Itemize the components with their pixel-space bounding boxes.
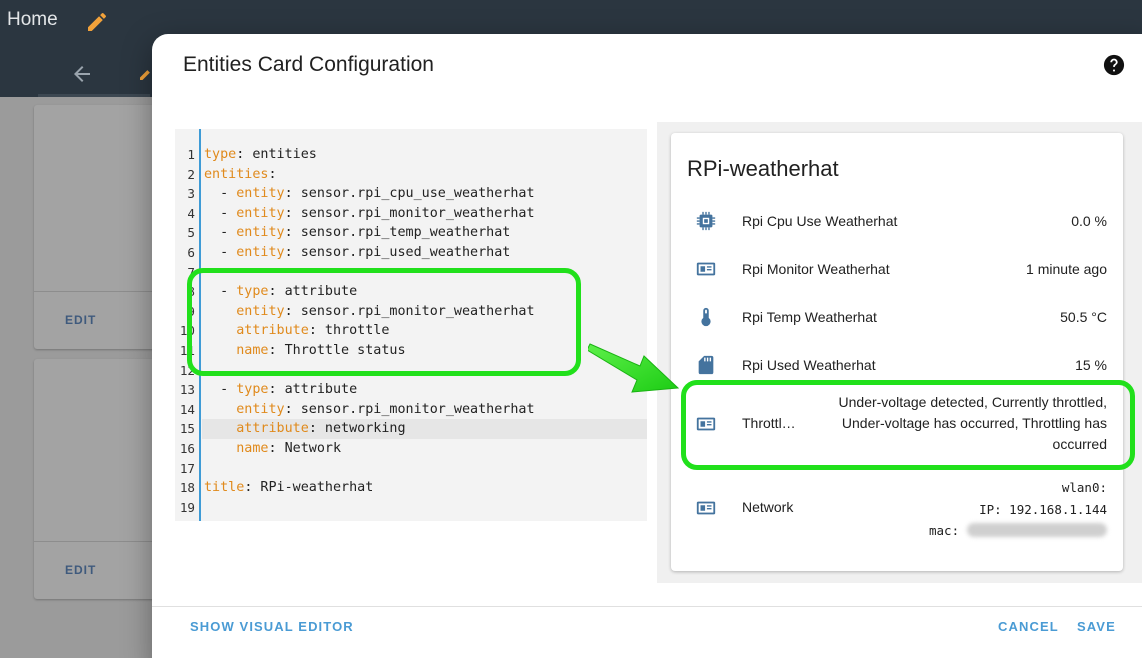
line-text[interactable]: - entity: sensor.rpi_temp_weatherhat [204,223,510,243]
entity-state: 1 minute ago [1026,261,1107,277]
cpu-chip-icon [696,211,716,231]
line-number: 13 [179,382,195,398]
code-line[interactable]: 15 attribute: networking [180,419,647,439]
line-number: 18 [179,480,195,496]
network-state: wlan0: IP: 192.168.1.144 mac: [867,477,1107,542]
line-text[interactable]: - entity: sensor.rpi_used_weatherhat [204,243,510,263]
line-text[interactable]: - entity: sensor.rpi_monitor_weatherhat [204,204,534,224]
line-number: 16 [179,440,195,456]
thermometer-icon [701,307,711,327]
line-text[interactable]: type: entities [204,145,317,165]
code-line[interactable]: 16 name: Network [175,439,647,459]
line-text[interactable]: - entity: sensor.rpi_cpu_use_weatherhat [204,184,534,204]
line-number: 5 [187,225,195,241]
footer-divider [152,606,1142,607]
code-line[interactable]: 5 - entity: sensor.rpi_temp_weatherhat [175,223,647,243]
line-number: 14 [179,401,195,417]
mac-line: mac: [867,520,1107,542]
entity-state: 15 % [1075,357,1107,373]
code-line[interactable]: 17 [175,459,647,479]
pencil-icon[interactable] [85,10,109,34]
line-text[interactable]: name: Network [204,439,341,459]
app-title: Home [7,9,58,30]
monitor-board-icon [696,501,716,515]
save-button[interactable]: SAVE [1077,619,1116,634]
line-number: 15 [179,421,195,437]
code-line[interactable]: 3 - entity: sensor.rpi_cpu_use_weatherha… [175,184,647,204]
line-text[interactable]: entity: sensor.rpi_monitor_weatherhat [204,400,534,420]
entity-name: Rpi Used Weatherhat [742,357,876,373]
entity-name: Rpi Cpu Use Weatherhat [742,213,898,229]
code-line[interactable]: 6 - entity: sensor.rpi_used_weatherhat [175,243,647,263]
line-number: 4 [187,205,195,221]
annotation-arrow-icon [588,343,680,393]
preview-highlight-box [681,380,1135,470]
line-text[interactable]: entities: [204,165,277,185]
card-preview-panel: RPi-weatherhat Rpi Cpu Use Weatherhat 0.… [657,122,1142,583]
code-line[interactable]: 2 entities: [175,165,647,185]
code-line[interactable]: 4 - entity: sensor.rpi_monitor_weatherha… [175,204,647,224]
line-number: 19 [179,499,195,515]
entity-name: Rpi Temp Weatherhat [742,309,877,325]
entity-name: Rpi Monitor Weatherhat [742,261,890,277]
entity-state: 50.5 °C [1060,309,1107,325]
code-highlight-box [187,268,581,376]
dialog-title: Entities Card Configuration [183,53,434,76]
card-edit-button[interactable]: EDIT [65,313,96,327]
entities-card: RPi-weatherhat Rpi Cpu Use Weatherhat 0.… [671,133,1123,571]
line-number: 3 [187,186,195,202]
redacted-mac-blur [967,523,1107,537]
line-text[interactable]: attribute: networking [204,419,405,439]
monitor-board-icon [696,262,716,276]
line-text[interactable]: title: RPi-weatherhat [204,478,373,498]
cancel-button[interactable]: CANCEL [998,619,1059,634]
card-title: RPi-weatherhat [687,156,839,181]
line-number: 1 [187,147,195,162]
entity-name: Network [742,499,794,515]
code-line[interactable]: 19 [175,498,647,518]
line-number: 6 [187,244,195,260]
code-line[interactable]: 1 type: entities [175,145,647,165]
back-arrow-icon[interactable] [70,62,94,86]
card-edit-button[interactable]: EDIT [65,563,96,577]
code-line[interactable]: 14 entity: sensor.rpi_monitor_weatherhat [175,400,647,420]
sd-card-icon [698,355,714,375]
dashboard-card: EDIT [34,105,164,349]
dashboard-card: EDIT [34,359,164,599]
line-text[interactable]: - type: attribute [204,380,357,400]
code-line[interactable]: 18 title: RPi-weatherhat [175,478,647,498]
help-icon[interactable] [1103,54,1125,76]
show-visual-editor-button[interactable]: SHOW VISUAL EDITOR [190,619,354,634]
entity-state: 0.0 % [1071,213,1107,229]
line-number: 2 [187,166,195,182]
code-line[interactable]: 13 - type: attribute [175,380,647,400]
line-number: 17 [179,460,195,476]
